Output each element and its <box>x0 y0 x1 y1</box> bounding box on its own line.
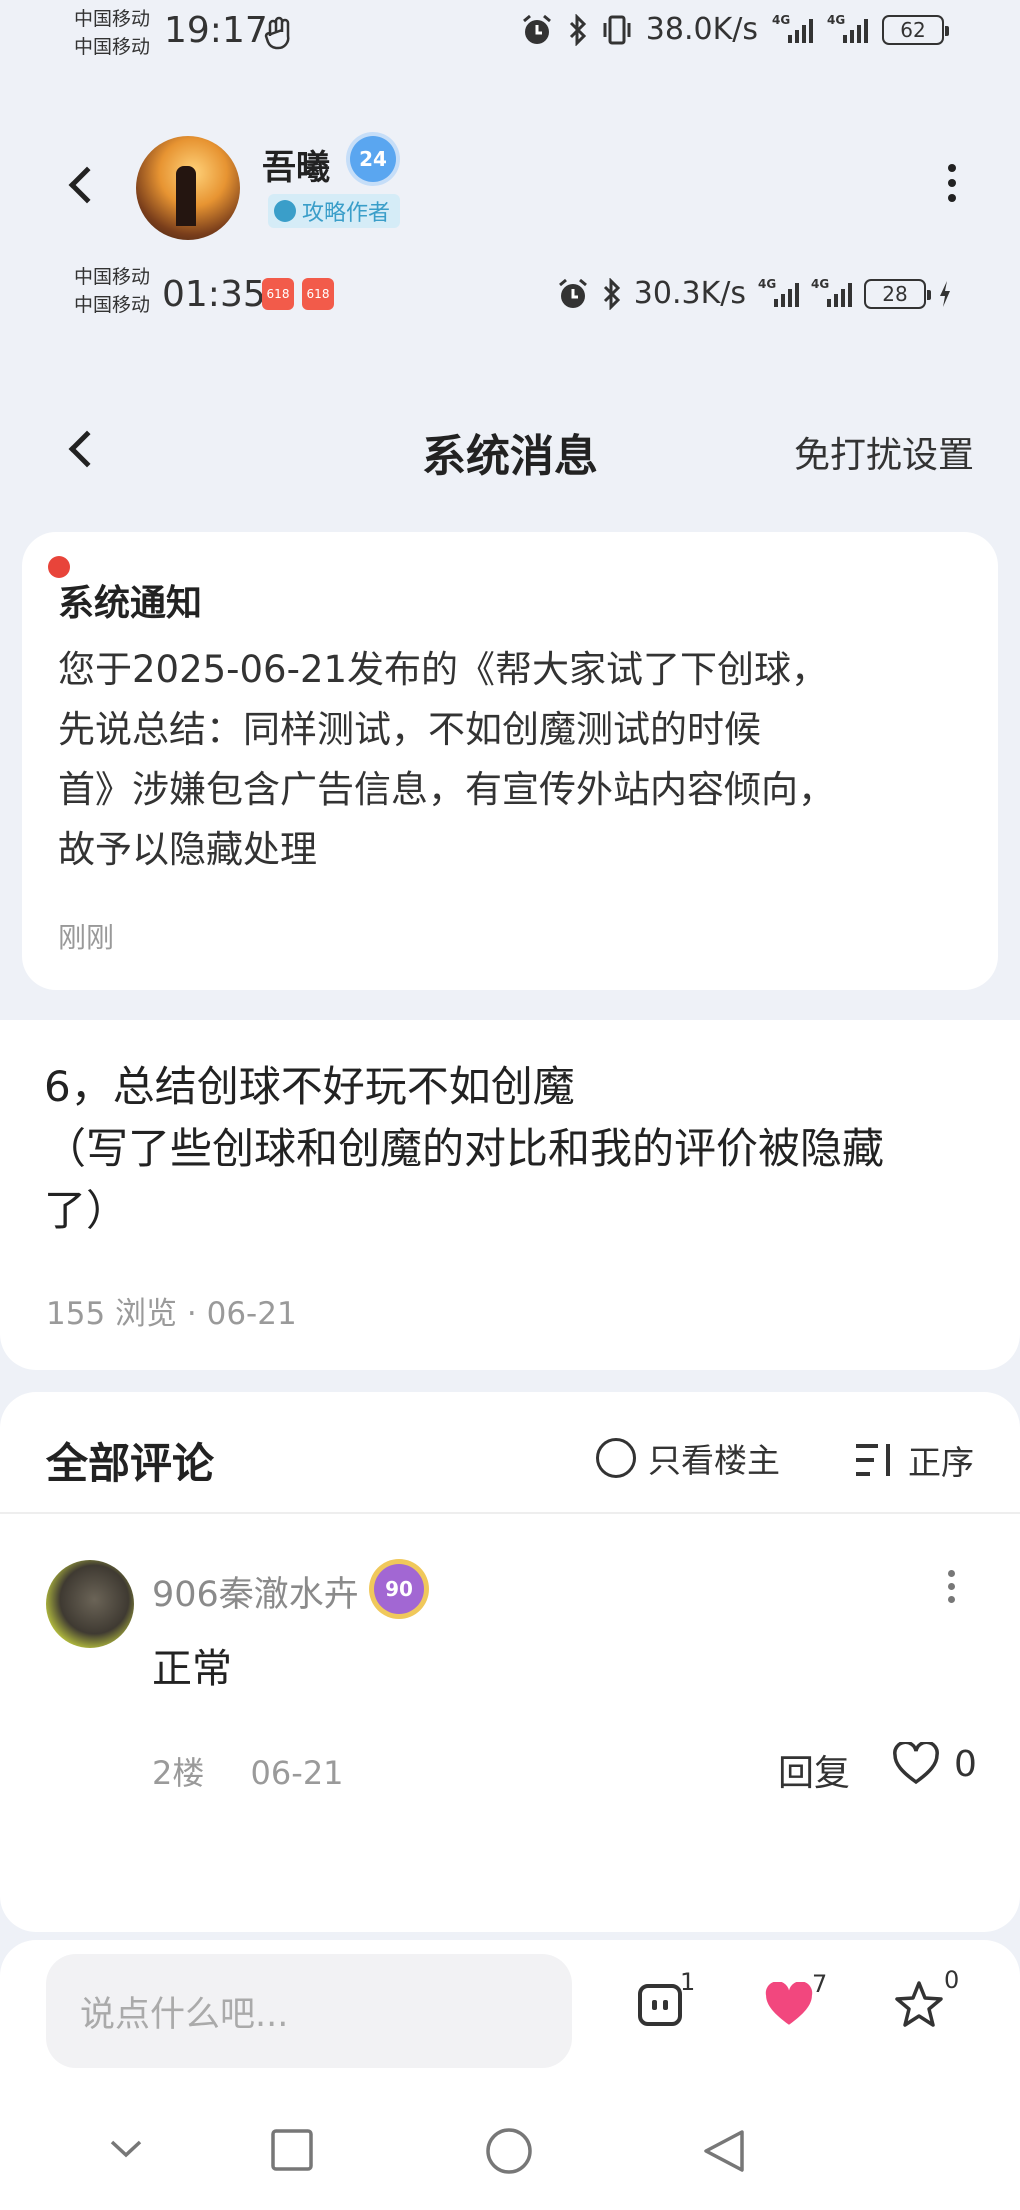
back-nav-icon[interactable] <box>702 2128 746 2174</box>
notice-line: 您于2025-06-21发布的《帮大家试了下创球， <box>58 648 829 691</box>
shopping-badge-icon: 618 <box>262 278 294 310</box>
role-label: 攻略作者 <box>302 201 391 226</box>
profile-name[interactable]: 吾曦 <box>262 140 330 189</box>
heart-outline-icon <box>893 1742 939 1785</box>
only-owner-label: 只看楼主 <box>648 1441 780 1480</box>
title-bar: 系统消息 免打扰设置 <box>0 400 1020 500</box>
alarm-icon <box>522 14 551 44</box>
signal-icon: 4G <box>772 13 813 43</box>
bluetooth-icon <box>569 13 586 46</box>
vibrate-icon <box>603 15 631 44</box>
author-icon <box>274 200 296 222</box>
comments-section: 全部评论 只看楼主 正序 906秦澈水卉 90 正常 2楼 06-21 回复 0 <box>0 1392 1020 1932</box>
post-line: 了） <box>44 1186 129 1235</box>
heart-filled-icon <box>765 1981 813 2025</box>
comment-button[interactable]: 1 <box>638 1968 695 2026</box>
bottom-action-bar: 说点什么吧... 1 7 0 <box>0 1940 1020 2090</box>
meta-separator: · <box>186 1296 207 1332</box>
carrier-label-1: 中国移动 <box>74 8 151 30</box>
status-bar: 中国移动 中国移动 19:17 38.0K/s 4G 4G 62 <box>0 0 1020 70</box>
carrier-label-1: 中国移动 <box>74 266 151 288</box>
back-icon[interactable] <box>68 166 106 204</box>
comments-header: 全部评论 只看楼主 正序 <box>0 1392 1020 1514</box>
hand-icon <box>264 16 290 50</box>
post-line: （写了些创球和创魔的对比和我的评价被隐藏 <box>44 1124 885 1173</box>
network-speed: 30.3K/s <box>633 276 746 311</box>
recent-apps-icon[interactable] <box>270 2128 314 2172</box>
comment-more-icon[interactable] <box>948 1570 956 1609</box>
network-speed: 38.0K/s <box>645 12 758 47</box>
commenter-avatar[interactable] <box>46 1560 134 1648</box>
sort-icon <box>856 1444 894 1476</box>
bluetooth-icon <box>603 277 620 310</box>
battery-icon: 28 <box>864 278 931 309</box>
favorite-count: 0 <box>944 1966 960 1994</box>
status-right: 38.0K/s 4G 4G 62 <box>520 12 949 47</box>
notice-line: 故予以隐藏处理 <box>58 828 317 871</box>
post-line: 6，总结创球不好玩不如创魔 <box>44 1062 575 1111</box>
system-notice-card[interactable]: 系统通知 您于2025-06-21发布的《帮大家试了下创球， 先说总结：同样测试… <box>22 532 998 990</box>
notice-time: 刚刚 <box>58 921 115 954</box>
status-time: 19:17 <box>164 10 268 51</box>
post-meta: 155 浏览 · 06-21 <box>46 1288 297 1333</box>
post-card: 6，总结创球不好玩不如创魔 （写了些创球和创魔的对比和我的评价被隐藏 了） 15… <box>0 1020 1020 1370</box>
secondary-status-bar: 中国移动 中国移动 01:35 618 618 30.3K/s 4G 4G 28 <box>0 260 1020 330</box>
notice-title: 系统通知 <box>58 583 203 624</box>
notice-line: 先说总结：同样测试，不如创魔测试的时候 <box>58 708 761 751</box>
carrier-label-2: 中国移动 <box>74 36 151 58</box>
comment-date: 06-21 <box>250 1754 344 1792</box>
home-icon[interactable] <box>484 2126 534 2176</box>
shopping-badge-icon: 618 <box>302 278 334 310</box>
system-nav-bar <box>0 2090 1020 2210</box>
charging-icon <box>940 280 950 307</box>
star-icon <box>895 1981 943 2027</box>
signal-icon: 4G <box>758 277 799 307</box>
comment-icon <box>638 1984 682 2026</box>
status-right: 30.3K/s 4G 4G 28 <box>556 276 952 311</box>
comment-text: 正常 <box>152 1646 232 1692</box>
alarm-icon <box>558 278 587 308</box>
role-badge: 攻略作者 <box>268 194 401 228</box>
comment-like-count: 0 <box>954 1743 977 1785</box>
status-time: 01:35 <box>162 274 266 315</box>
favorite-button[interactable]: 0 <box>894 1966 959 2032</box>
like-button[interactable]: 7 <box>764 1970 827 2032</box>
comment-meta: 2楼 06-21 <box>152 1748 344 1794</box>
comment-input[interactable]: 说点什么吧... <box>46 1954 572 2068</box>
profile-header: 吾曦 24 攻略作者 <box>0 110 1020 260</box>
comment-like-button[interactable]: 0 <box>892 1742 977 1786</box>
chevron-down-icon[interactable] <box>106 2128 146 2168</box>
signal-icon: 4G <box>827 13 868 43</box>
comments-title: 全部评论 <box>46 1439 215 1488</box>
post-views: 155 浏览 <box>46 1296 178 1332</box>
avatar[interactable] <box>136 136 240 240</box>
like-count: 7 <box>812 1970 828 1998</box>
radio-icon <box>596 1438 636 1478</box>
sort-order-button[interactable]: 正序 <box>856 1436 974 1484</box>
comment-floor: 2楼 <box>152 1754 205 1792</box>
battery-icon: 62 <box>882 14 949 45</box>
level-badge: 24 <box>350 136 396 182</box>
sort-order-label: 正序 <box>908 1443 974 1482</box>
only-owner-toggle[interactable]: 只看楼主 <box>596 1434 780 1482</box>
more-icon[interactable] <box>948 164 956 209</box>
commenter-name[interactable]: 906秦澈水卉 <box>152 1566 359 1617</box>
do-not-disturb-button[interactable]: 免打扰设置 <box>794 426 974 478</box>
reply-button[interactable]: 回复 <box>778 1744 850 1796</box>
post-content: 6，总结创球不好玩不如创魔 （写了些创球和创魔的对比和我的评价被隐藏 了） <box>44 1056 984 1242</box>
notice-line: 首》涉嫌包含广告信息，有宣传外站内容倾向， <box>58 768 835 811</box>
carrier-label-2: 中国移动 <box>74 294 151 316</box>
notice-body: 您于2025-06-21发布的《帮大家试了下创球， 先说总结：同样测试，不如创魔… <box>58 640 958 880</box>
commenter-level-badge: 90 <box>374 1564 424 1614</box>
signal-icon: 4G <box>811 277 852 307</box>
post-date: 06-21 <box>206 1296 297 1332</box>
comment-count: 1 <box>680 1968 696 1996</box>
